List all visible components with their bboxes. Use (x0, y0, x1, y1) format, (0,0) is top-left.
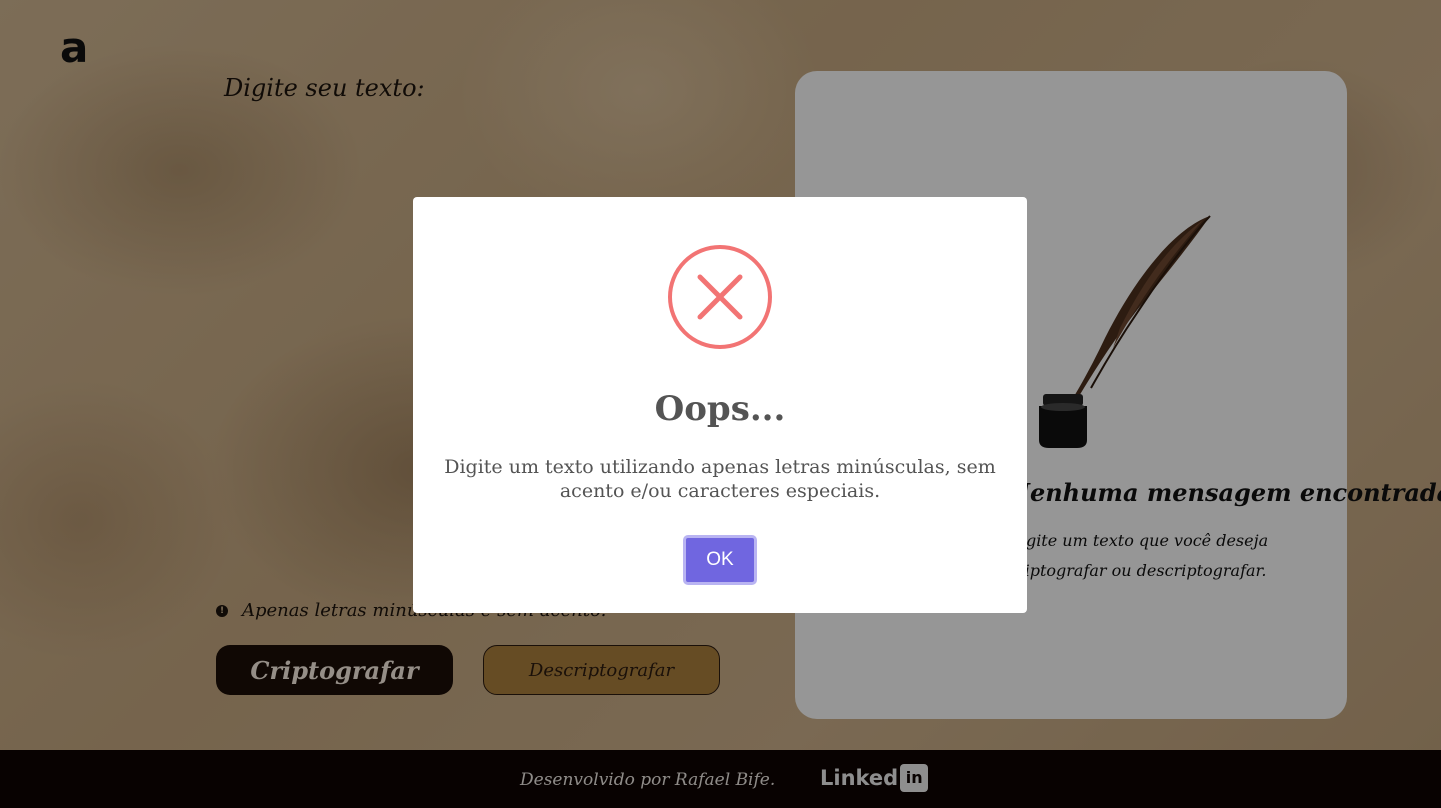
dialog-message: Digite um texto utilizando apenas letras… (444, 456, 996, 502)
error-dialog: Oops... Digite um texto utilizando apena… (413, 197, 1027, 613)
ok-button[interactable]: OK (683, 535, 757, 585)
dialog-title: Oops... (654, 389, 786, 429)
error-x-icon (668, 245, 772, 349)
